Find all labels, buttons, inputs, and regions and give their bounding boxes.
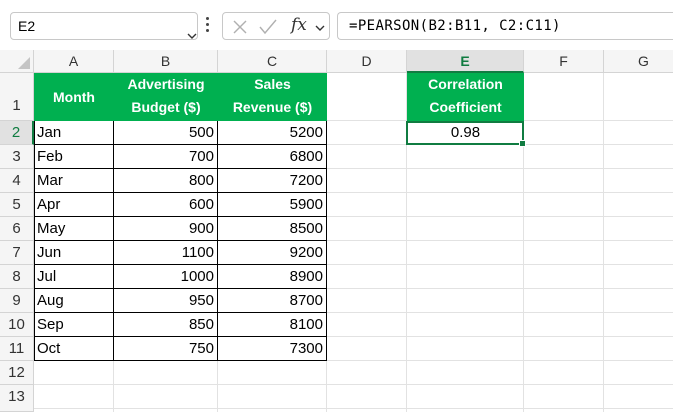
active-cell-selection <box>406 121 524 145</box>
cell-revenue[interactable]: 8900 <box>218 265 327 289</box>
row-header-1[interactable]: 1 <box>0 73 34 121</box>
cell-month[interactable]: Aug <box>34 289 114 313</box>
fill-handle[interactable] <box>519 140 526 147</box>
column-header-e[interactable]: E <box>407 50 524 73</box>
cell-revenue[interactable]: 9200 <box>218 241 327 265</box>
cell-budget[interactable]: 950 <box>114 289 218 313</box>
cell-month[interactable]: Feb <box>34 145 114 169</box>
cell-month[interactable]: Apr <box>34 193 114 217</box>
row-header-5[interactable]: 5 <box>0 193 34 217</box>
cell-revenue[interactable]: 5200 <box>218 121 327 145</box>
cell-revenue[interactable]: 8500 <box>218 217 327 241</box>
column-header-a[interactable]: A <box>34 50 114 73</box>
cell-month[interactable]: Jan <box>34 121 114 145</box>
row-header-6[interactable]: 6 <box>0 217 34 241</box>
header-budget-line1: Advertising <box>127 76 205 92</box>
cell-revenue[interactable]: 7300 <box>218 337 327 361</box>
header-sales-revenue[interactable]: Sales Revenue ($) <box>218 73 327 121</box>
gridline <box>34 384 673 385</box>
table-border <box>113 121 114 361</box>
row-header-9[interactable]: 9 <box>0 289 34 313</box>
row-header-12[interactable]: 12 <box>0 361 34 385</box>
gridline <box>603 73 604 412</box>
table-border <box>34 240 327 241</box>
row-header-7[interactable]: 7 <box>0 241 34 265</box>
cell-budget[interactable]: 1000 <box>114 265 218 289</box>
more-options-icon[interactable] <box>205 17 211 37</box>
cell-month[interactable]: Jul <box>34 265 114 289</box>
cell-revenue[interactable]: 5900 <box>218 193 327 217</box>
name-box[interactable]: E2 <box>10 12 198 40</box>
cell-month[interactable]: May <box>34 217 114 241</box>
column-header-c[interactable]: C <box>218 50 327 73</box>
cell-budget[interactable]: 600 <box>114 193 218 217</box>
table-border <box>34 288 327 289</box>
table-border <box>34 121 35 361</box>
table-border <box>34 360 327 361</box>
fx-chevron-down-icon[interactable] <box>315 23 325 33</box>
cell-budget[interactable]: 700 <box>114 145 218 169</box>
table-border <box>34 336 327 337</box>
table-border <box>34 144 327 145</box>
column-header-g[interactable]: G <box>604 50 673 73</box>
cell-budget[interactable]: 500 <box>114 121 218 145</box>
row-header-11[interactable]: 11 <box>0 337 34 361</box>
row-header-10[interactable]: 10 <box>0 313 34 337</box>
cell-month[interactable]: Jun <box>34 241 114 265</box>
cell-budget[interactable]: 1100 <box>114 241 218 265</box>
row-header-8[interactable]: 8 <box>0 265 34 289</box>
header-budget-line2: Budget ($) <box>131 99 201 115</box>
header-correlation-line2: Coefficient <box>429 99 502 115</box>
cancel-icon[interactable] <box>232 19 248 35</box>
table-border <box>34 312 327 313</box>
header-month[interactable]: Month <box>34 73 114 121</box>
column-header-d[interactable]: D <box>327 50 407 73</box>
header-correlation-coefficient[interactable]: Correlation Coefficient <box>407 73 524 121</box>
table-border <box>34 216 327 217</box>
cell-budget[interactable]: 900 <box>114 217 218 241</box>
table-border <box>217 121 218 361</box>
column-header-b[interactable]: B <box>114 50 218 73</box>
column-header-f[interactable]: F <box>524 50 604 73</box>
cell-budget[interactable]: 850 <box>114 313 218 337</box>
cell-month[interactable]: Sep <box>34 313 114 337</box>
table-border <box>326 121 327 361</box>
table-border <box>34 168 327 169</box>
select-all-corner[interactable] <box>0 50 34 73</box>
table-border <box>34 192 327 193</box>
formula-text: =PEARSON(B2:B11, C2:C11) <box>349 18 561 34</box>
header-revenue-line2: Revenue ($) <box>232 99 313 115</box>
cell-budget[interactable]: 750 <box>114 337 218 361</box>
header-correlation-line1: Correlation <box>428 76 503 92</box>
row-header-13[interactable]: 13 <box>0 385 34 412</box>
cell-revenue[interactable]: 6800 <box>218 145 327 169</box>
cell-revenue[interactable]: 8100 <box>218 313 327 337</box>
formula-bar-area: E2 fx =PEARSON(B2:B11, C2:C11) <box>0 0 673 50</box>
enter-check-icon[interactable] <box>259 19 277 35</box>
cell-revenue[interactable]: 8700 <box>218 289 327 313</box>
row-header-3[interactable]: 3 <box>0 145 34 169</box>
name-box-value: E2 <box>18 18 36 34</box>
cell-month[interactable]: Oct <box>34 337 114 361</box>
header-advertising-budget[interactable]: Advertising Budget ($) <box>114 73 218 121</box>
chevron-down-icon[interactable] <box>187 31 197 41</box>
cell-month[interactable]: Mar <box>34 169 114 193</box>
formula-input[interactable]: =PEARSON(B2:B11, C2:C11) <box>337 12 673 40</box>
cell-revenue[interactable]: 7200 <box>218 169 327 193</box>
row-header-4[interactable]: 4 <box>0 169 34 193</box>
row-header-2[interactable]: 2 <box>0 121 34 145</box>
insert-function-icon[interactable]: fx <box>291 15 307 35</box>
header-revenue-line1: Sales <box>254 76 291 92</box>
formula-controls: fx <box>222 12 330 40</box>
cell-budget[interactable]: 800 <box>114 169 218 193</box>
table-border <box>34 264 327 265</box>
gridline <box>34 408 673 409</box>
